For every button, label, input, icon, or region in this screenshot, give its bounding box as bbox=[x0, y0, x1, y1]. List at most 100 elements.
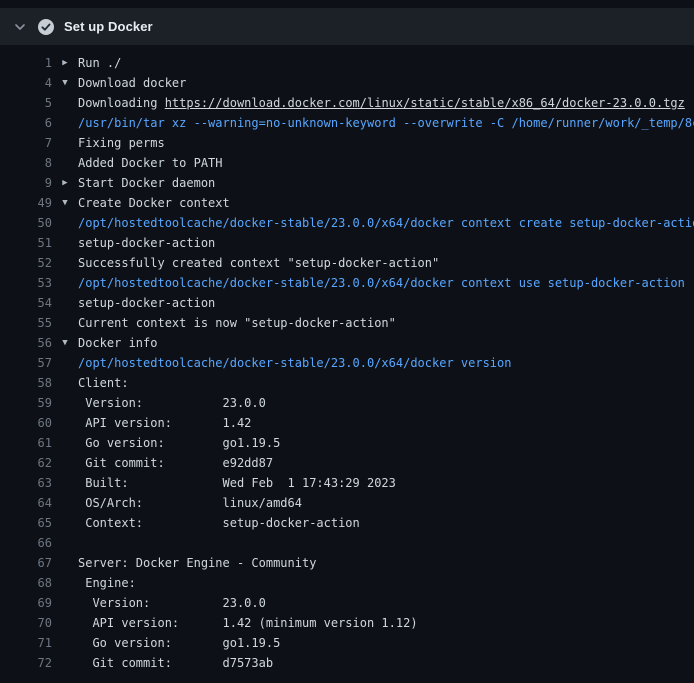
line-number[interactable]: 58 bbox=[0, 373, 52, 393]
arrow-spacer bbox=[52, 433, 78, 453]
log-text: Added Docker to PATH bbox=[78, 153, 694, 173]
arrow-spacer bbox=[52, 373, 78, 393]
log-text-segment: Successfully created context "setup-dock… bbox=[78, 256, 439, 270]
log-line: 59 Version: 23.0.0 bbox=[0, 393, 694, 413]
group-collapsed-icon[interactable]: ▶ bbox=[52, 173, 78, 193]
log-text: Version: 23.0.0 bbox=[78, 393, 694, 413]
log-container: 1▶Run ./4▼Download docker5Downloading ht… bbox=[0, 45, 694, 673]
log-command-text: /usr/bin/tar xz --warning=no-unknown-key… bbox=[78, 116, 694, 130]
line-number[interactable]: 1 bbox=[0, 53, 52, 73]
log-group-line[interactable]: 49▼Create Docker context bbox=[0, 193, 694, 213]
log-text: Download docker bbox=[78, 73, 694, 93]
check-circle-icon bbox=[38, 19, 54, 35]
line-number[interactable]: 6 bbox=[0, 113, 52, 133]
arrow-spacer bbox=[52, 293, 78, 313]
log-text-segment: Create Docker context bbox=[78, 196, 230, 210]
line-number[interactable]: 54 bbox=[0, 293, 52, 313]
log-text: Context: setup-docker-action bbox=[78, 513, 694, 533]
log-group-line[interactable]: 1▶Run ./ bbox=[0, 53, 694, 73]
log-text: Git commit: d7573ab bbox=[78, 653, 694, 673]
group-expanded-icon[interactable]: ▼ bbox=[52, 193, 78, 213]
log-text: Current context is now "setup-docker-act… bbox=[78, 313, 694, 333]
step-header[interactable]: Set up Docker bbox=[0, 8, 694, 45]
arrow-spacer bbox=[52, 393, 78, 413]
log-text: Engine: bbox=[78, 573, 694, 593]
line-number[interactable]: 53 bbox=[0, 273, 52, 293]
log-line: 54 setup-docker-action bbox=[0, 293, 694, 313]
line-number[interactable]: 63 bbox=[0, 473, 52, 493]
log-line: 63 Built: Wed Feb 1 17:43:29 2023 bbox=[0, 473, 694, 493]
line-number[interactable]: 66 bbox=[0, 533, 52, 553]
log-line: 50/opt/hostedtoolcache/docker-stable/23.… bbox=[0, 213, 694, 233]
log-text: setup-docker-action bbox=[78, 293, 694, 313]
line-number[interactable]: 9 bbox=[0, 173, 52, 193]
arrow-spacer bbox=[52, 613, 78, 633]
arrow-spacer bbox=[52, 553, 78, 573]
log-text-segment: Download docker bbox=[78, 76, 186, 90]
line-number[interactable]: 5 bbox=[0, 93, 52, 113]
log-line: 60 API version: 1.42 bbox=[0, 413, 694, 433]
log-text: /opt/hostedtoolcache/docker-stable/23.0.… bbox=[78, 353, 694, 373]
line-number[interactable]: 55 bbox=[0, 313, 52, 333]
log-line: 51 setup-docker-action bbox=[0, 233, 694, 253]
arrow-spacer bbox=[52, 453, 78, 473]
arrow-spacer bbox=[52, 573, 78, 593]
line-number[interactable]: 51 bbox=[0, 233, 52, 253]
workflow-step-log: Set up Docker 1▶Run ./4▼Download docker5… bbox=[0, 0, 694, 683]
log-text-segment: setup-docker-action bbox=[78, 296, 215, 310]
line-number[interactable]: 60 bbox=[0, 413, 52, 433]
log-line: 58Client: bbox=[0, 373, 694, 393]
arrow-spacer bbox=[52, 513, 78, 533]
log-text-segment: Engine: bbox=[78, 576, 136, 590]
line-number[interactable]: 59 bbox=[0, 393, 52, 413]
log-text-segment: Version: 23.0.0 bbox=[78, 596, 266, 610]
log-link[interactable]: https://download.docker.com/linux/static… bbox=[165, 96, 685, 110]
log-group-line[interactable]: 9▶Start Docker daemon bbox=[0, 173, 694, 193]
log-text: setup-docker-action bbox=[78, 233, 694, 253]
line-number[interactable]: 52 bbox=[0, 253, 52, 273]
line-number[interactable]: 61 bbox=[0, 433, 52, 453]
line-number[interactable]: 57 bbox=[0, 353, 52, 373]
line-number[interactable]: 56 bbox=[0, 333, 52, 353]
line-number[interactable]: 68 bbox=[0, 573, 52, 593]
log-group-line[interactable]: 4▼Download docker bbox=[0, 73, 694, 93]
arrow-spacer bbox=[52, 153, 78, 173]
group-expanded-icon[interactable]: ▼ bbox=[52, 333, 78, 353]
log-text-segment: Server: Docker Engine - Community bbox=[78, 556, 316, 570]
line-number[interactable]: 7 bbox=[0, 133, 52, 153]
log-text: OS/Arch: linux/amd64 bbox=[78, 493, 694, 513]
log-text: /usr/bin/tar xz --warning=no-unknown-key… bbox=[78, 113, 694, 133]
log-line: 68 Engine: bbox=[0, 573, 694, 593]
line-number[interactable]: 67 bbox=[0, 553, 52, 573]
line-number[interactable]: 72 bbox=[0, 653, 52, 673]
log-text-segment: Downloading bbox=[78, 96, 165, 110]
line-number[interactable]: 65 bbox=[0, 513, 52, 533]
log-text: Git commit: e92dd87 bbox=[78, 453, 694, 473]
log-line: 65 Context: setup-docker-action bbox=[0, 513, 694, 533]
arrow-spacer bbox=[52, 353, 78, 373]
line-number[interactable]: 64 bbox=[0, 493, 52, 513]
chevron-down-icon[interactable] bbox=[14, 21, 26, 33]
log-text: Go version: go1.19.5 bbox=[78, 433, 694, 453]
line-number[interactable]: 69 bbox=[0, 593, 52, 613]
group-collapsed-icon[interactable]: ▶ bbox=[52, 53, 78, 73]
log-text: Server: Docker Engine - Community bbox=[78, 553, 694, 573]
line-number[interactable]: 70 bbox=[0, 613, 52, 633]
log-text: Create Docker context bbox=[78, 193, 694, 213]
line-number[interactable]: 49 bbox=[0, 193, 52, 213]
line-number[interactable]: 50 bbox=[0, 213, 52, 233]
line-number[interactable]: 71 bbox=[0, 633, 52, 653]
line-number[interactable]: 4 bbox=[0, 73, 52, 93]
arrow-spacer bbox=[52, 493, 78, 513]
line-number[interactable]: 62 bbox=[0, 453, 52, 473]
log-command-text: /opt/hostedtoolcache/docker-stable/23.0.… bbox=[78, 356, 511, 370]
log-line: 72 Git commit: d7573ab bbox=[0, 653, 694, 673]
arrow-spacer bbox=[52, 653, 78, 673]
log-line: 71 Go version: go1.19.5 bbox=[0, 633, 694, 653]
log-line: 70 API version: 1.42 (minimum version 1.… bbox=[0, 613, 694, 633]
group-expanded-icon[interactable]: ▼ bbox=[52, 73, 78, 93]
line-number[interactable]: 8 bbox=[0, 153, 52, 173]
log-text-segment: API version: 1.42 bbox=[78, 416, 251, 430]
log-text-segment: Built: Wed Feb 1 17:43:29 2023 bbox=[78, 476, 396, 490]
log-group-line[interactable]: 56▼Docker info bbox=[0, 333, 694, 353]
